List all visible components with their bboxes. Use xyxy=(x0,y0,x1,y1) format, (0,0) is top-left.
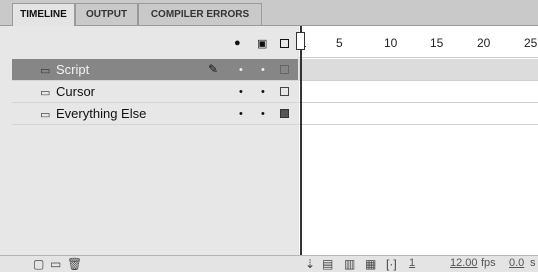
lock-dot[interactable]: • xyxy=(261,108,265,120)
layer-name: Cursor xyxy=(56,84,96,99)
fps-unit: fps xyxy=(481,257,496,269)
layer-name: Script xyxy=(56,62,90,77)
lock-dot[interactable]: • xyxy=(261,64,265,76)
panel-tab-bar: TIMELINE OUTPUT COMPILER ERRORS xyxy=(0,0,538,26)
frame-tick: 20 xyxy=(477,36,491,50)
onion-skin-icon[interactable]: ▤ xyxy=(322,257,333,271)
current-frame[interactable]: 1 xyxy=(409,257,415,269)
tab-output[interactable]: OUTPUT xyxy=(75,3,138,25)
time-unit: s xyxy=(530,257,536,269)
pencil-icon: ✎ xyxy=(208,62,219,76)
frame-row[interactable] xyxy=(299,59,538,81)
tab-timeline[interactable]: TIMELINE xyxy=(12,3,75,26)
center-frame-icon[interactable]: ⇣ xyxy=(305,257,315,271)
modify-onion-markers-icon[interactable]: [·] xyxy=(386,257,397,271)
outline-square-icon[interactable] xyxy=(280,109,289,118)
layer-icon: ▭ xyxy=(40,87,51,99)
onion-skin-outlines-icon[interactable]: ▥ xyxy=(344,257,355,271)
tab-compiler-errors[interactable]: COMPILER ERRORS xyxy=(138,3,262,25)
playhead[interactable] xyxy=(300,26,302,255)
outline-square-icon[interactable] xyxy=(280,65,289,74)
layer-row-script[interactable]: ▭ Script ✎ • • xyxy=(12,59,298,81)
frame-rate[interactable]: 12.00 xyxy=(450,257,478,269)
frame-tick: 10 xyxy=(384,36,398,50)
layer-row-everything-else[interactable]: ▭ Everything Else • • xyxy=(12,103,298,125)
frame-row[interactable] xyxy=(299,81,538,103)
new-folder-icon[interactable]: ▭ xyxy=(50,257,61,271)
frame-tick: 15 xyxy=(430,36,444,50)
layer-icon: ▭ xyxy=(40,109,51,121)
outline-square-icon[interactable] xyxy=(280,87,289,96)
visibility-dot[interactable]: • xyxy=(239,108,243,120)
timeline-panel: ● ▣ ▭ Script ✎ • • ▭ Cursor • • ▭ Everyt… xyxy=(0,26,538,255)
eye-icon[interactable]: ● xyxy=(234,37,241,49)
playhead-handle[interactable] xyxy=(296,32,305,50)
layer-icon: ▭ xyxy=(40,65,51,77)
visibility-dot[interactable]: • xyxy=(239,86,243,98)
visibility-dot[interactable]: • xyxy=(239,64,243,76)
frame-row[interactable] xyxy=(299,103,538,125)
elapsed-time: 0.0 xyxy=(509,257,525,269)
layer-name: Everything Else xyxy=(56,106,147,121)
outline-square-icon[interactable] xyxy=(280,39,289,48)
timeline-footer: ▢ ▭ 🗑 ⇣ ▤ ▥ ▦ [·] 1 12.00 fps 0.0 s xyxy=(0,255,538,272)
edit-multiple-frames-icon[interactable]: ▦ xyxy=(365,257,376,271)
frame-grid[interactable]: 1 5 10 15 20 25 xyxy=(299,26,538,255)
frame-tick: 25 xyxy=(524,36,538,50)
frame-tick: 5 xyxy=(336,36,343,50)
lock-icon[interactable]: ▣ xyxy=(257,37,267,50)
frame-ruler[interactable]: 1 5 10 15 20 25 xyxy=(299,26,538,58)
layer-row-cursor[interactable]: ▭ Cursor • • xyxy=(12,81,298,103)
new-layer-icon[interactable]: ▢ xyxy=(33,257,44,271)
lock-dot[interactable]: • xyxy=(261,86,265,98)
layer-list: ● ▣ ▭ Script ✎ • • ▭ Cursor • • ▭ Everyt… xyxy=(0,26,298,255)
trash-icon[interactable]: 🗑 xyxy=(67,257,82,271)
